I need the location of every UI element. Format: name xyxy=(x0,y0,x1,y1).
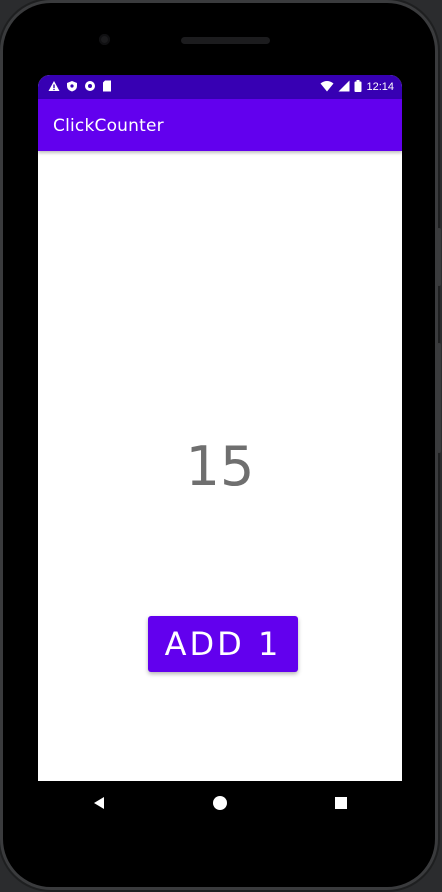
circle-icon xyxy=(84,80,96,95)
phone-frame: 12:14 ClickCounter 15 ADD 1 xyxy=(3,3,441,887)
click-count: 15 xyxy=(185,435,255,498)
back-icon xyxy=(92,796,106,815)
volume-button xyxy=(437,343,441,453)
status-time: 12:14 xyxy=(366,81,394,93)
status-bar: 12:14 xyxy=(38,75,402,99)
battery-icon xyxy=(354,80,362,95)
wifi-icon xyxy=(320,80,334,95)
app-bar: ClickCounter xyxy=(38,99,402,151)
app-title: ClickCounter xyxy=(53,116,164,136)
status-notification-icons xyxy=(48,80,112,95)
navigation-bar xyxy=(38,781,402,829)
add-one-button[interactable]: ADD 1 xyxy=(148,616,298,672)
signal-icon xyxy=(338,80,350,95)
back-button[interactable] xyxy=(79,785,119,825)
earpiece-speaker xyxy=(181,37,270,44)
recents-icon xyxy=(334,796,348,815)
sim-card-icon xyxy=(102,80,112,95)
home-button[interactable] xyxy=(200,785,240,825)
app-screen: 12:14 ClickCounter 15 ADD 1 xyxy=(38,75,402,781)
shield-icon xyxy=(66,80,78,95)
recents-button[interactable] xyxy=(321,785,361,825)
front-camera xyxy=(99,34,110,45)
status-system-icons: 12:14 xyxy=(320,80,394,95)
warning-icon xyxy=(48,80,60,95)
power-button xyxy=(437,228,441,286)
home-icon xyxy=(212,795,228,816)
